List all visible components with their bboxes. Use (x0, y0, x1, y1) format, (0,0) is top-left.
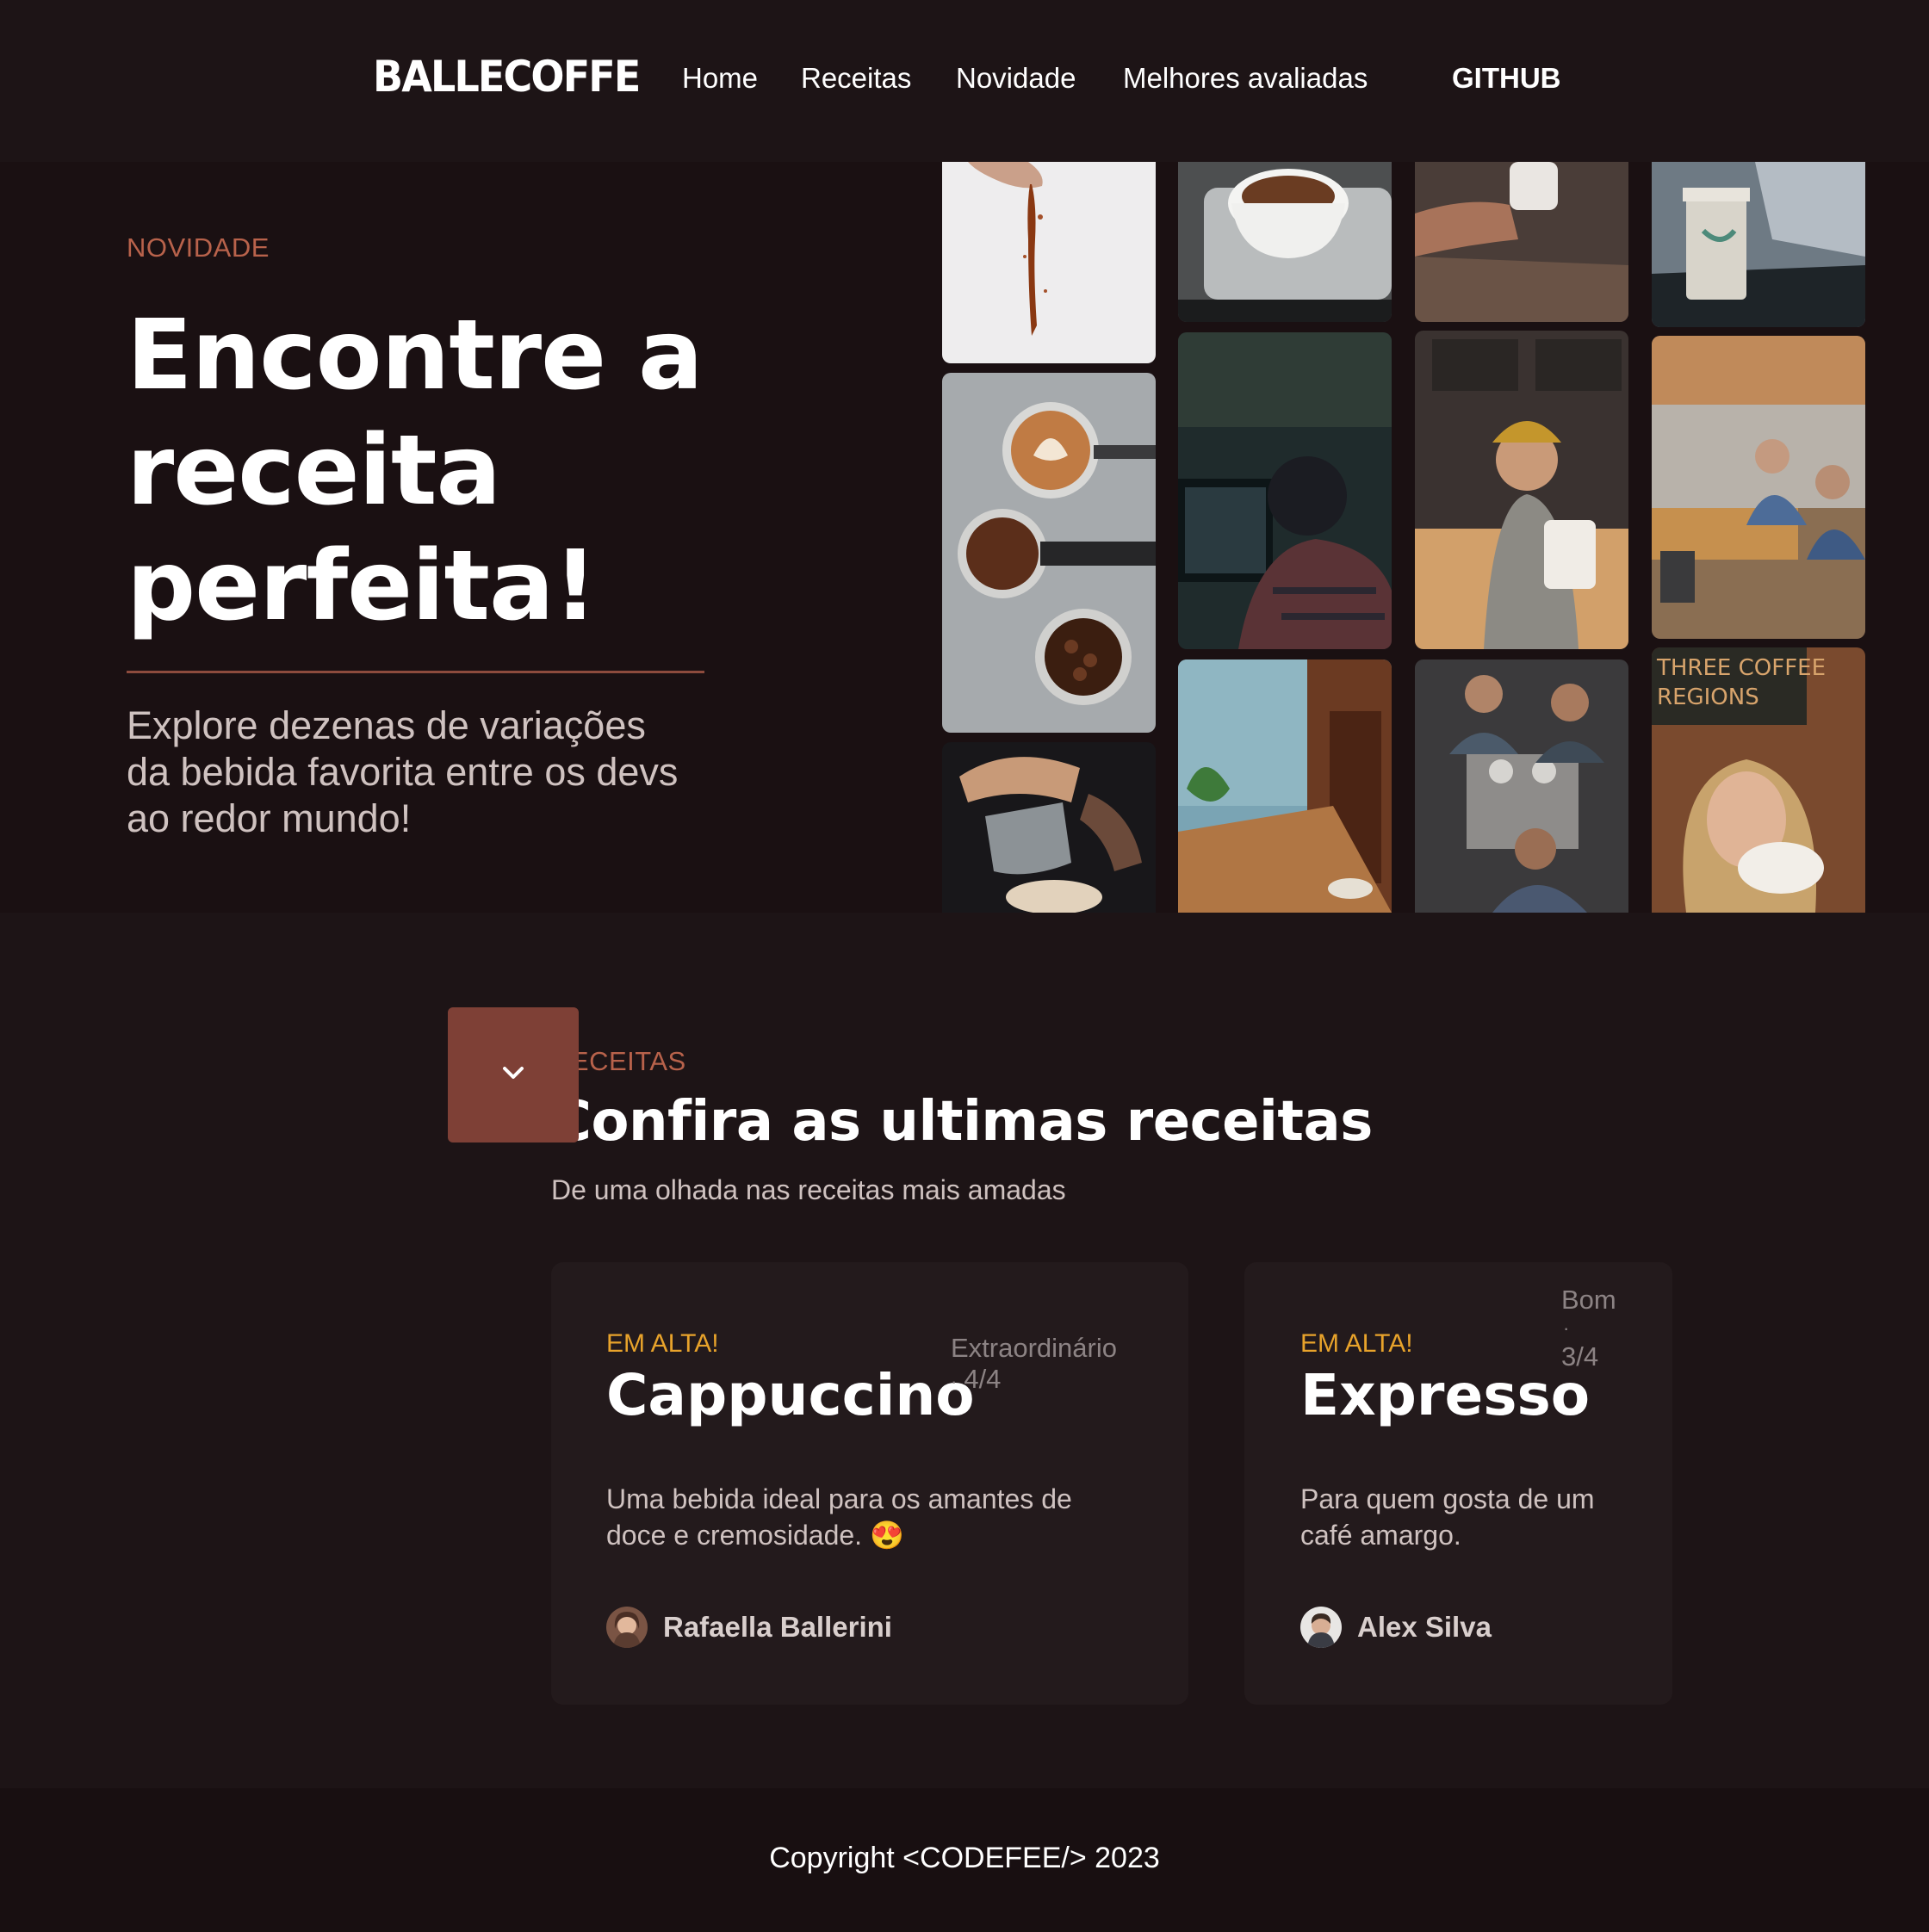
baristas-espresso-machine-photo (1415, 659, 1628, 913)
brand-logo[interactable]: BALLECOFFE (373, 52, 641, 102)
author-name: Rafaella Ballerini (663, 1611, 892, 1643)
scroll-down-button[interactable] (448, 1007, 579, 1142)
recipe-description: Para quem gosta de um café amargo. (1300, 1483, 1595, 1551)
avatar (606, 1607, 648, 1648)
hero-subtitle: Explore dezenas de variações da bebida f… (127, 703, 679, 840)
hero-eyebrow: NOVIDADE (127, 232, 270, 263)
hand-holding-cup-photo (1415, 162, 1628, 322)
recipe-description: Uma bebida ideal para os amantes de doce… (606, 1483, 1072, 1551)
recipe-title: Cappuccino (606, 1362, 975, 1428)
svg-text:THREE COFFEE: THREE COFFEE (1656, 655, 1826, 681)
recipe-author[interactable]: Alex Silva (1300, 1607, 1492, 1648)
trending-tag: EM ALTA! (606, 1329, 719, 1358)
milk-pitcher-latte-art-photo (942, 742, 1156, 913)
rating-label: Bom (1561, 1285, 1616, 1315)
recipe-card-expresso[interactable]: EM ALTA! Expresso Bom · 3/4 Para quem go… (1244, 1262, 1672, 1705)
takeaway-cup-laptop-photo (1652, 162, 1865, 327)
nav-link-receitas[interactable]: Receitas (801, 62, 911, 95)
latte-art-portafilter-photo (942, 373, 1156, 733)
hero-divider (127, 671, 704, 673)
trending-tag: EM ALTA! (1300, 1329, 1413, 1358)
rating-label: Extraordinário (951, 1333, 1117, 1363)
nav-link-melhores-avaliadas[interactable]: Melhores avaliadas (1123, 62, 1368, 95)
recipe-card-cappuccino[interactable]: EM ALTA! Cappuccino Extraordinário · 4/4… (551, 1262, 1188, 1705)
recipes-subtitle: De uma olhada nas receitas mais amadas (551, 1174, 1066, 1205)
chevron-down-icon (500, 1064, 526, 1086)
recipe-title: Expresso (1300, 1362, 1591, 1428)
avatar (1300, 1607, 1342, 1648)
recipe-rating: Bom · 3/4 (1561, 1283, 1616, 1374)
coffee-pour-photo (942, 162, 1156, 363)
recipes-title: Confira as ultimas receitas (551, 1090, 1373, 1154)
coworking-office-photo (1652, 336, 1865, 639)
barista-coffee-machine-photo (1415, 331, 1628, 649)
recipe-rating: Extraordinário · 4/4 (951, 1331, 1117, 1399)
developer-at-computer-photo (1178, 332, 1392, 649)
rating-separator: · (951, 1371, 958, 1392)
footer: Copyright <CODEFEE/> 2023 (0, 1788, 1929, 1932)
hero-section: NOVIDADE Encontre a receita perfeita! Ex… (0, 162, 1929, 1142)
svg-text:REGIONS: REGIONS (1657, 684, 1759, 710)
rating-score: 3/4 (1561, 1341, 1599, 1372)
woman-drinking-coffee-photo: THREE COFFEE REGIONS (1652, 647, 1865, 913)
copyright-text: Copyright <CODEFEE/> 2023 (769, 1842, 1160, 1874)
rating-score: 4/4 (964, 1364, 1002, 1394)
hero-title: Encontre a receita perfeita! (127, 300, 704, 642)
cafe-window-seat-photo (1178, 659, 1392, 913)
author-name: Alex Silva (1357, 1611, 1492, 1643)
nav-link-novidade[interactable]: Novidade (956, 62, 1076, 95)
top-navbar: BALLECOFFE Home Receitas Novidade Melhor… (0, 0, 1929, 162)
coffee-cup-tray-photo (1178, 162, 1392, 322)
nav-link-github[interactable]: GITHUB (1452, 62, 1561, 95)
rating-separator: · (1563, 1317, 1570, 1339)
nav-link-home[interactable]: Home (682, 62, 758, 95)
recipe-author[interactable]: Rafaella Ballerini (606, 1607, 892, 1648)
